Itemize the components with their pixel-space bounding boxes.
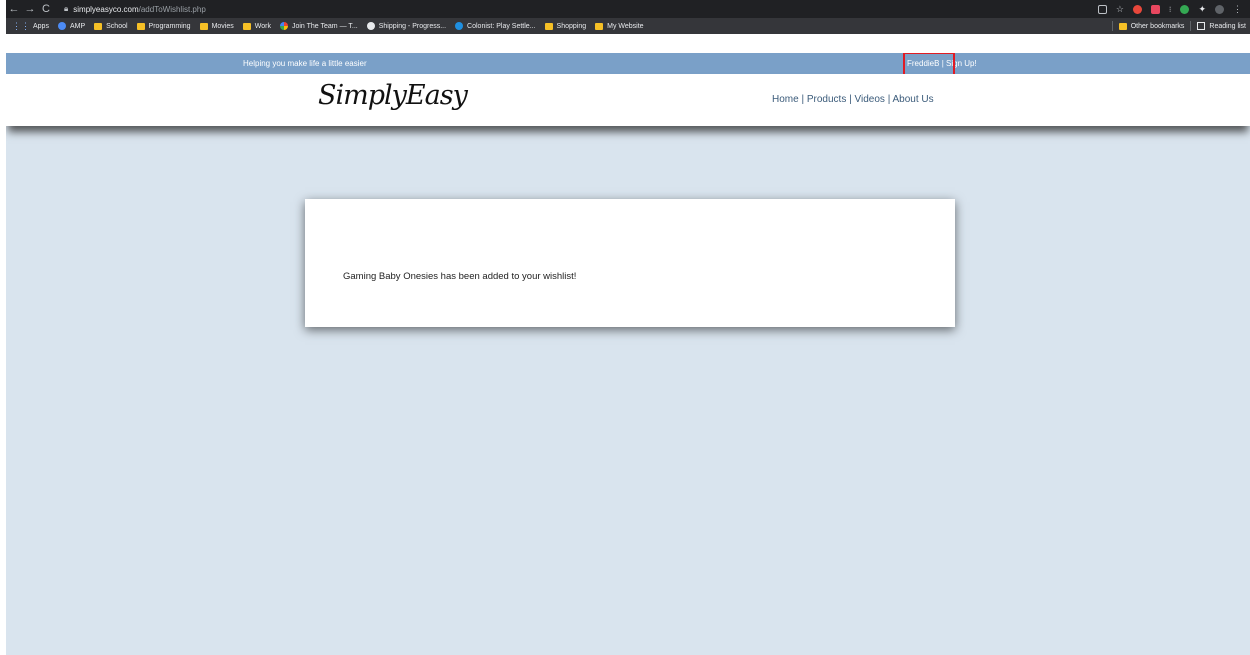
star-icon[interactable]: ☆ — [1116, 4, 1124, 15]
profile-avatar-icon[interactable] — [1215, 4, 1224, 14]
nav-videos[interactable]: Videos — [855, 94, 885, 105]
back-arrow-icon[interactable]: ← — [6, 3, 22, 15]
bookmark-amp[interactable]: AMP — [57, 22, 86, 30]
extension-icons: ☆ ⁝ ✦ ⋮ — [1097, 4, 1250, 15]
bookmark-my-website[interactable]: My Website — [595, 22, 644, 30]
folder-icon — [595, 22, 604, 30]
bookmark-label: Shipping - Progress... — [378, 22, 447, 30]
bookmark-colonist[interactable]: Colonist: Play Settle... — [455, 22, 536, 30]
bookmark-movies[interactable]: Movies — [199, 22, 234, 30]
bookmarks-divider — [1190, 21, 1192, 31]
folder-icon — [1118, 22, 1127, 30]
extensions-puzzle-icon[interactable]: ✦ — [1198, 4, 1206, 15]
site-icon — [279, 22, 288, 30]
bookmark-work[interactable]: Work — [242, 22, 271, 30]
folder-icon — [94, 22, 103, 30]
bookmark-shopping[interactable]: Shopping — [544, 22, 587, 30]
site-icon — [455, 22, 464, 30]
extension-mic-icon[interactable]: ⁝ — [1169, 5, 1172, 14]
nav-products[interactable]: Products — [807, 94, 846, 105]
forward-arrow-icon[interactable]: → — [22, 3, 38, 15]
main-navigation: Home | Products | Videos | About Us — [772, 94, 934, 105]
address-bar[interactable]: 🔒︎ simplyeasyco.com/addToWishlist.php — [58, 2, 1098, 16]
bookmark-label: Work — [254, 22, 271, 30]
site-icon — [366, 22, 375, 30]
website-viewport: Helping you make life a little easier Fr… — [6, 53, 1250, 655]
bookmark-label: School — [106, 22, 128, 30]
site-tagline: Helping you make life a little easier — [243, 59, 367, 68]
bookmark-label: Movies — [211, 22, 234, 30]
reload-icon[interactable]: C — [38, 3, 54, 15]
extension-green-icon[interactable] — [1180, 4, 1190, 14]
username-link[interactable]: FreddieB — [907, 59, 939, 68]
wishlist-confirmation-card: Gaming Baby Onesies has been added to yo… — [305, 199, 955, 327]
lock-icon: 🔒︎ — [64, 4, 69, 13]
extension-pocket-icon[interactable] — [1150, 4, 1160, 14]
bookmark-label: Programming — [148, 22, 191, 30]
nav-home[interactable]: Home — [772, 94, 799, 105]
folder-icon — [136, 22, 145, 30]
bookmarks-right: Other bookmarks Reading list — [1106, 21, 1250, 31]
bookmark-label: Colonist: Play Settle... — [467, 22, 536, 30]
wishlist-confirmation-message: Gaming Baby Onesies has been added to yo… — [343, 271, 577, 282]
bookmark-school[interactable]: School — [94, 22, 128, 30]
bookmark-programming[interactable]: Programming — [136, 22, 191, 30]
bookmark-label: My Website — [607, 22, 644, 30]
nav-about-us[interactable]: About Us — [893, 94, 934, 105]
bookmarks-bar: ⋮⋮ Apps AMP School Programming Movies Wor… — [6, 18, 1250, 34]
url-path: /addToWishlist.php — [138, 4, 206, 14]
bookmark-shipping[interactable]: Shipping - Progress... — [366, 22, 447, 30]
folder-icon — [544, 22, 553, 30]
reading-list-icon — [1197, 22, 1206, 30]
account-links: FreddieB | Sign Up! — [907, 59, 977, 68]
share-icon[interactable] — [1097, 4, 1107, 14]
signup-link[interactable]: Sign Up! — [946, 59, 977, 68]
menu-kebab-icon[interactable]: ⋮ — [1233, 4, 1242, 15]
bookmark-label: Shopping — [556, 22, 587, 30]
extension-red-icon[interactable] — [1132, 4, 1142, 14]
folder-icon — [199, 22, 208, 30]
bookmark-label: Apps — [33, 22, 49, 30]
folder-icon — [242, 22, 251, 30]
amp-icon — [57, 22, 66, 30]
other-bookmarks-label: Other bookmarks — [1130, 22, 1185, 30]
bookmark-label: AMP — [69, 22, 86, 30]
browser-toolbar: ← → C 🔒︎ simplyeasyco.com/addToWishlist.… — [6, 0, 1250, 18]
site-logo[interactable]: SimplyEasy — [318, 80, 468, 111]
bookmarks-divider — [1111, 21, 1113, 31]
url-host: simplyeasyco.com — [73, 4, 139, 14]
bookmark-join-the-team[interactable]: Join The Team — T... — [279, 22, 358, 30]
bookmark-apps[interactable]: ⋮⋮ Apps — [12, 21, 49, 32]
bookmark-label: Join The Team — T... — [291, 22, 358, 30]
other-bookmarks[interactable]: Other bookmarks — [1118, 22, 1185, 30]
reading-list[interactable]: Reading list — [1197, 22, 1246, 30]
site-header: SimplyEasy Home | Products | Videos | Ab… — [6, 74, 1250, 126]
reading-list-label: Reading list — [1209, 22, 1246, 30]
apps-grid-icon: ⋮⋮ — [12, 20, 30, 31]
site-top-bar: Helping you make life a little easier Fr… — [6, 53, 1250, 76]
